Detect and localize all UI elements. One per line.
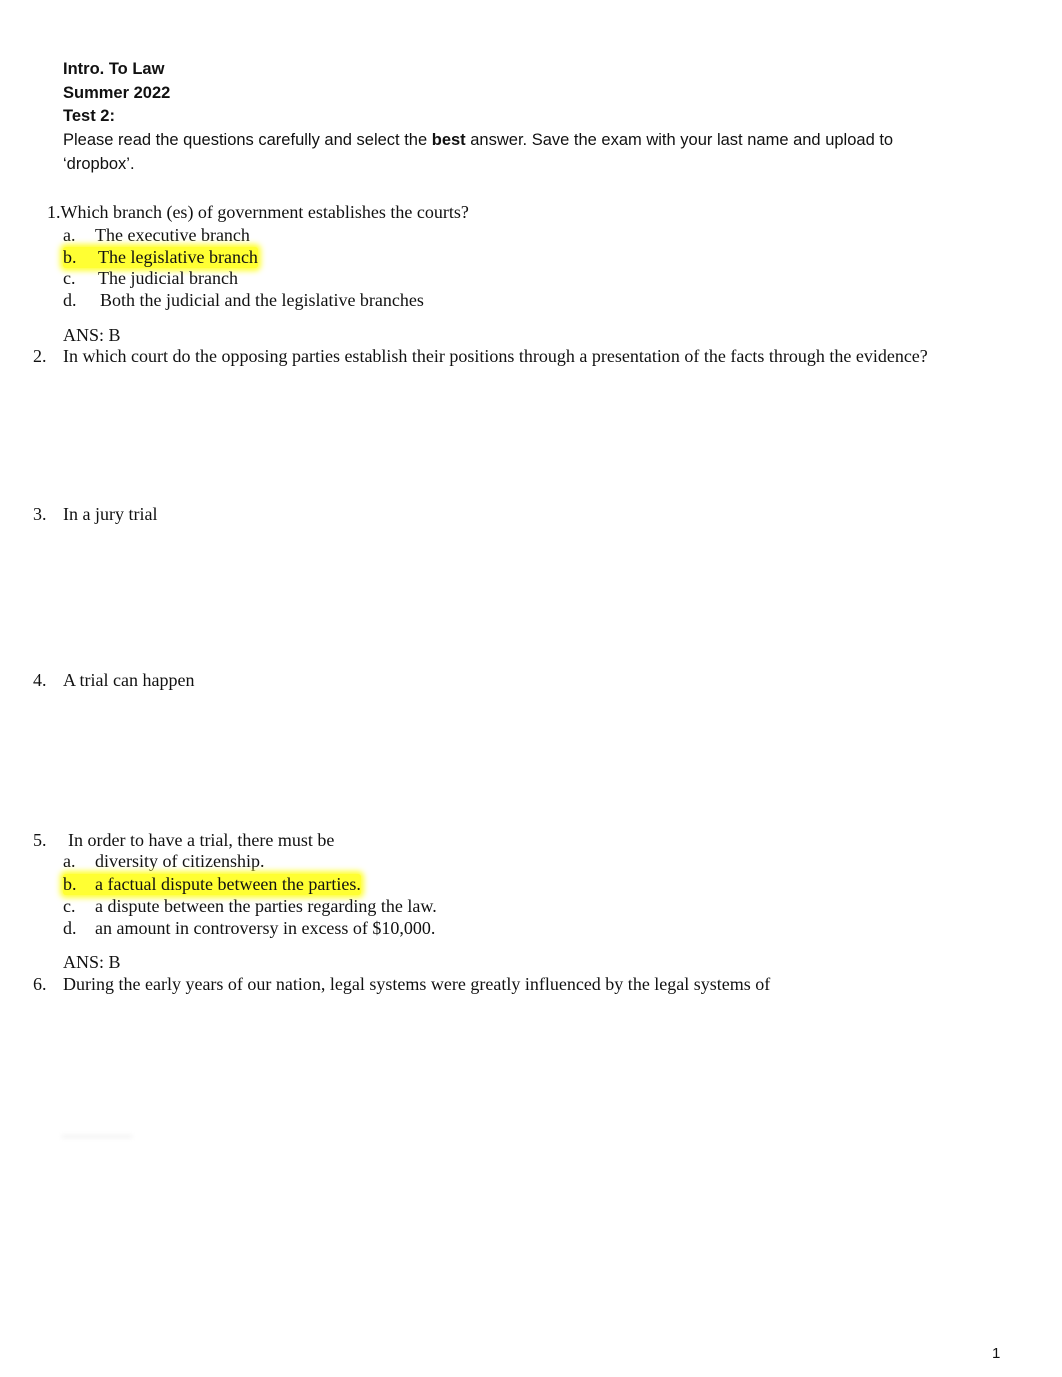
page-number: 1	[992, 1345, 1001, 1362]
question-number: 2.	[33, 346, 47, 366]
q1-option-b-highlighted: b. The legislative branch	[63, 247, 258, 268]
q1-option-a: a. The executive branch	[63, 225, 250, 246]
option-text: a factual dispute between the parties.	[95, 874, 361, 894]
option-letter: a.	[63, 851, 76, 871]
question-4: 4. A trial can happen	[33, 670, 194, 691]
option-text: The legislative branch	[98, 247, 258, 267]
faint-artifact	[62, 1135, 132, 1138]
q5-option-a: a. diversity of citizenship.	[63, 851, 264, 872]
option-letter: d.	[63, 918, 77, 938]
instructions-text-pre: Please read the questions carefully and …	[63, 131, 432, 149]
question-text: In a jury trial	[63, 504, 158, 524]
option-letter: c.	[63, 896, 76, 916]
option-letter: a.	[63, 225, 76, 245]
instructions-text-post: answer. Save the exam with your last nam…	[465, 131, 894, 149]
option-letter: b.	[63, 247, 77, 267]
option-text: Both the judicial and the legislative br…	[100, 290, 424, 310]
q1-answer: ANS: B	[63, 325, 121, 345]
question-2: 2. In which court do the opposing parties…	[33, 346, 928, 367]
option-letter: b.	[63, 874, 77, 894]
option-text: The judicial branch	[98, 268, 238, 288]
option-text: a dispute between the parties regarding …	[95, 896, 437, 916]
question-text: In order to have a trial, there must be	[68, 830, 335, 850]
question-number: 4.	[33, 670, 47, 690]
term-label: Summer 2022	[63, 84, 171, 102]
q1-option-d: d. Both the judicial and the legislative …	[63, 290, 424, 311]
test-label: Test 2:	[63, 107, 115, 125]
question-6: 6. During the early years of our nation, …	[33, 974, 770, 995]
q5-option-c: c. a dispute between the parties regardin…	[63, 896, 437, 917]
option-text: diversity of citizenship.	[95, 851, 265, 871]
question-3: 3. In a jury trial	[33, 504, 157, 525]
option-text: an amount in controversy in excess of $1…	[95, 918, 436, 938]
option-text: The executive branch	[95, 225, 250, 245]
q5-option-d: d. an amount in controversy in excess of …	[63, 918, 435, 939]
question-1: 1.Which branch (es) of government establ…	[47, 202, 469, 223]
question-text: A trial can happen	[63, 670, 195, 690]
instructions-emphasis: best	[431, 131, 466, 149]
option-letter: d.	[63, 290, 77, 310]
question-text: In which court do the opposing parties e…	[63, 346, 928, 366]
question-text: During the early years of our nation, le…	[63, 974, 771, 994]
question-number: 1.	[47, 202, 61, 222]
q5-answer: ANS: B	[63, 952, 121, 972]
option-letter: c.	[63, 268, 76, 288]
instructions-line-2: ‘dropbox’.	[63, 155, 135, 173]
q5-option-b-highlighted: b. a factual dispute between the parties.	[63, 874, 361, 895]
instructions: Please read the questions carefully and …	[63, 131, 893, 150]
question-5: 5. In order to have a trial, there must b…	[33, 830, 334, 851]
question-text: Which branch (es) of government establis…	[60, 202, 469, 222]
q1-option-c: c. The judicial branch	[63, 268, 238, 289]
course-title: Intro. To Law	[63, 60, 165, 78]
question-number: 6.	[33, 974, 47, 994]
question-number: 5.	[33, 830, 47, 850]
question-number: 3.	[33, 504, 47, 524]
